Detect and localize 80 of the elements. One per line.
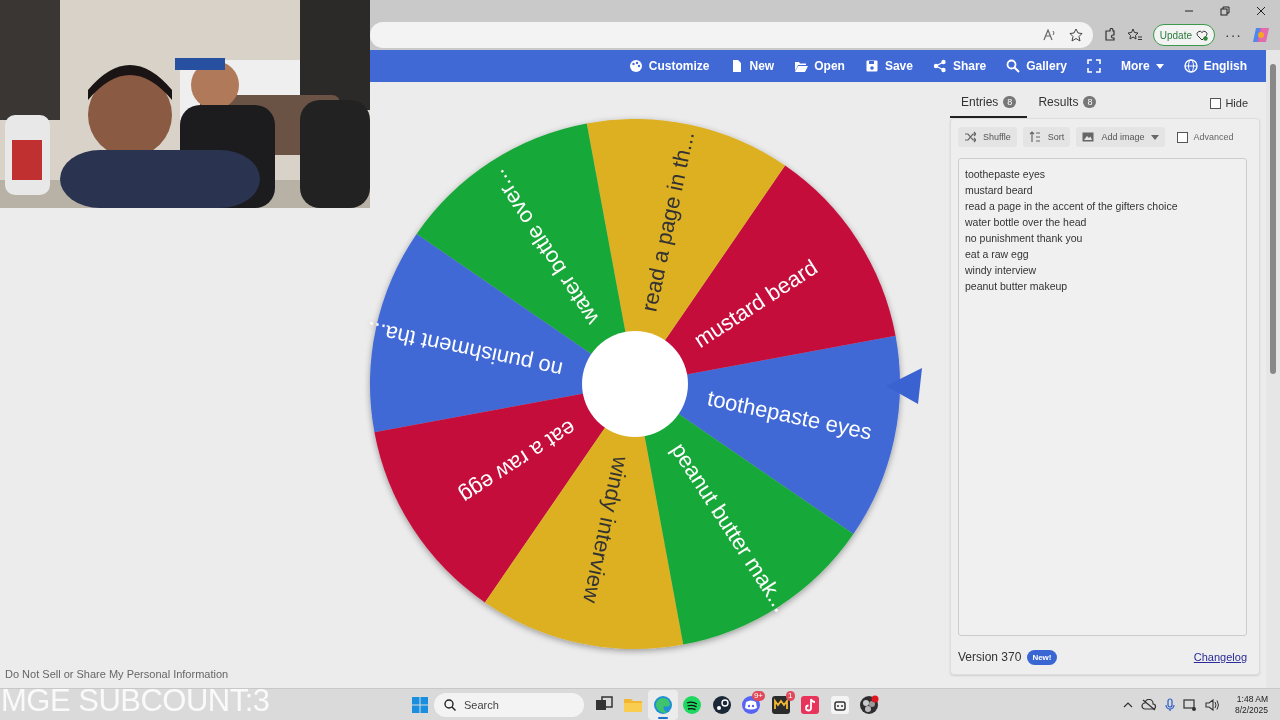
caret-icon xyxy=(1155,63,1164,69)
slice-label: eat a raw egg xyxy=(455,415,581,509)
extensions-icon[interactable] xyxy=(1102,28,1117,42)
entry-line: water bottle over the head xyxy=(965,216,1088,228)
nav-button[interactable]: Save xyxy=(854,50,923,82)
share-icon xyxy=(932,59,947,73)
restore-icon[interactable] xyxy=(1220,6,1230,16)
music-note-icon xyxy=(800,694,821,715)
network-icon[interactable] xyxy=(1182,697,1197,712)
privacy-link[interactable]: Do Not Sell or Share My Personal Information xyxy=(5,668,229,680)
star-icon[interactable] xyxy=(1068,28,1083,42)
fullscreen-icon xyxy=(1087,59,1101,73)
browser-icon xyxy=(652,694,673,715)
nav-button[interactable]: Share xyxy=(922,50,997,82)
hide-checkbox[interactable] xyxy=(1210,97,1222,109)
tool-button[interactable]: Shuffle xyxy=(958,127,1017,147)
tool-button[interactable]: Sort xyxy=(1022,127,1071,147)
nav-button[interactable]: Customize xyxy=(618,50,720,82)
music-app-icon xyxy=(682,694,703,715)
advanced-label: Advanced xyxy=(1193,132,1234,142)
slice-label: windy interview xyxy=(578,454,634,606)
globe-icon xyxy=(1183,59,1198,73)
update-button[interactable]: Update xyxy=(1152,24,1215,46)
nav-button[interactable]: Open xyxy=(784,50,855,82)
chat-app-icon xyxy=(741,694,762,715)
entry-line: toothepaste eyes xyxy=(965,168,1046,180)
entry-line: read a page in the accent of the gifters choice xyxy=(965,200,1179,212)
entry-line: no punishment thank you xyxy=(965,232,1084,244)
advanced-checkbox[interactable] xyxy=(1177,131,1189,143)
nav-button[interactable]: More xyxy=(1111,50,1174,82)
nav-button[interactable]: New xyxy=(719,50,785,82)
notification-badge: 9+ xyxy=(751,690,765,701)
new-badge: New! xyxy=(1027,649,1057,665)
entry-line: peanut butter makeup xyxy=(965,280,1069,292)
panel-tab[interactable]: Results 8 xyxy=(1027,88,1108,118)
search-placeholder: Search xyxy=(464,698,499,711)
nav-button[interactable]: Gallery xyxy=(996,50,1077,82)
sort-icon xyxy=(1028,131,1041,143)
search-icon xyxy=(444,698,456,711)
game-store-icon xyxy=(711,694,732,715)
cloud-off-icon[interactable] xyxy=(1140,698,1157,711)
entry-line: windy interview xyxy=(965,264,1038,276)
volume-icon[interactable] xyxy=(1204,698,1219,711)
hide-label: Hide xyxy=(1225,97,1248,109)
taskbar-app[interactable]: 9+ xyxy=(736,689,766,720)
pointer-icon xyxy=(886,368,922,404)
clock-date[interactable]: 8/2/2025 xyxy=(1234,704,1268,716)
entry-line: eat a raw egg xyxy=(965,248,1030,260)
shuffle-icon xyxy=(964,131,976,143)
slice-label: read a page in th... xyxy=(636,129,700,314)
caret-icon xyxy=(1151,134,1160,140)
changelog-link[interactable]: Changelog xyxy=(1193,651,1247,663)
chevron-up-icon[interactable] xyxy=(1122,701,1133,708)
count-badge: 8 xyxy=(1083,96,1097,108)
version-label: Version 370 xyxy=(958,650,1022,664)
nav-button[interactable]: English xyxy=(1173,50,1257,82)
heart-icon xyxy=(1196,29,1208,41)
close-icon[interactable] xyxy=(1256,6,1266,16)
taskbar-app[interactable]: 1 xyxy=(766,689,796,720)
image-icon xyxy=(1082,131,1095,143)
more-menu[interactable]: ··· xyxy=(1225,27,1242,43)
wheel-hub[interactable] xyxy=(582,331,688,437)
entries-field[interactable]: toothepaste eyes mustard beard read a page in the accent of the gifters choice water bottle over the head no punishment thank you eat a raw egg windy interview peanut butter makeup xyxy=(958,158,1247,636)
notification-badge: 1 xyxy=(786,690,795,701)
search-field[interactable]: Search xyxy=(434,692,584,717)
tool-button[interactable]: Add image xyxy=(1076,127,1166,147)
favorites-icon[interactable] xyxy=(1126,28,1143,42)
recorder-icon xyxy=(859,694,880,715)
read-aloud-icon[interactable] xyxy=(1042,29,1057,41)
game-app-icon xyxy=(770,694,791,715)
folder-icon xyxy=(794,59,809,73)
slice-label: no punishment tha... xyxy=(364,316,565,383)
clock-time[interactable]: 1:48 AM xyxy=(1236,693,1268,705)
windows-icon xyxy=(412,696,428,713)
search-icon xyxy=(1006,59,1021,73)
count-badge: 8 xyxy=(1003,96,1017,108)
microphone-icon[interactable] xyxy=(1164,697,1175,712)
palette-icon xyxy=(628,59,643,73)
entry-line: mustard beard xyxy=(965,184,1034,196)
robot-icon xyxy=(829,694,850,715)
